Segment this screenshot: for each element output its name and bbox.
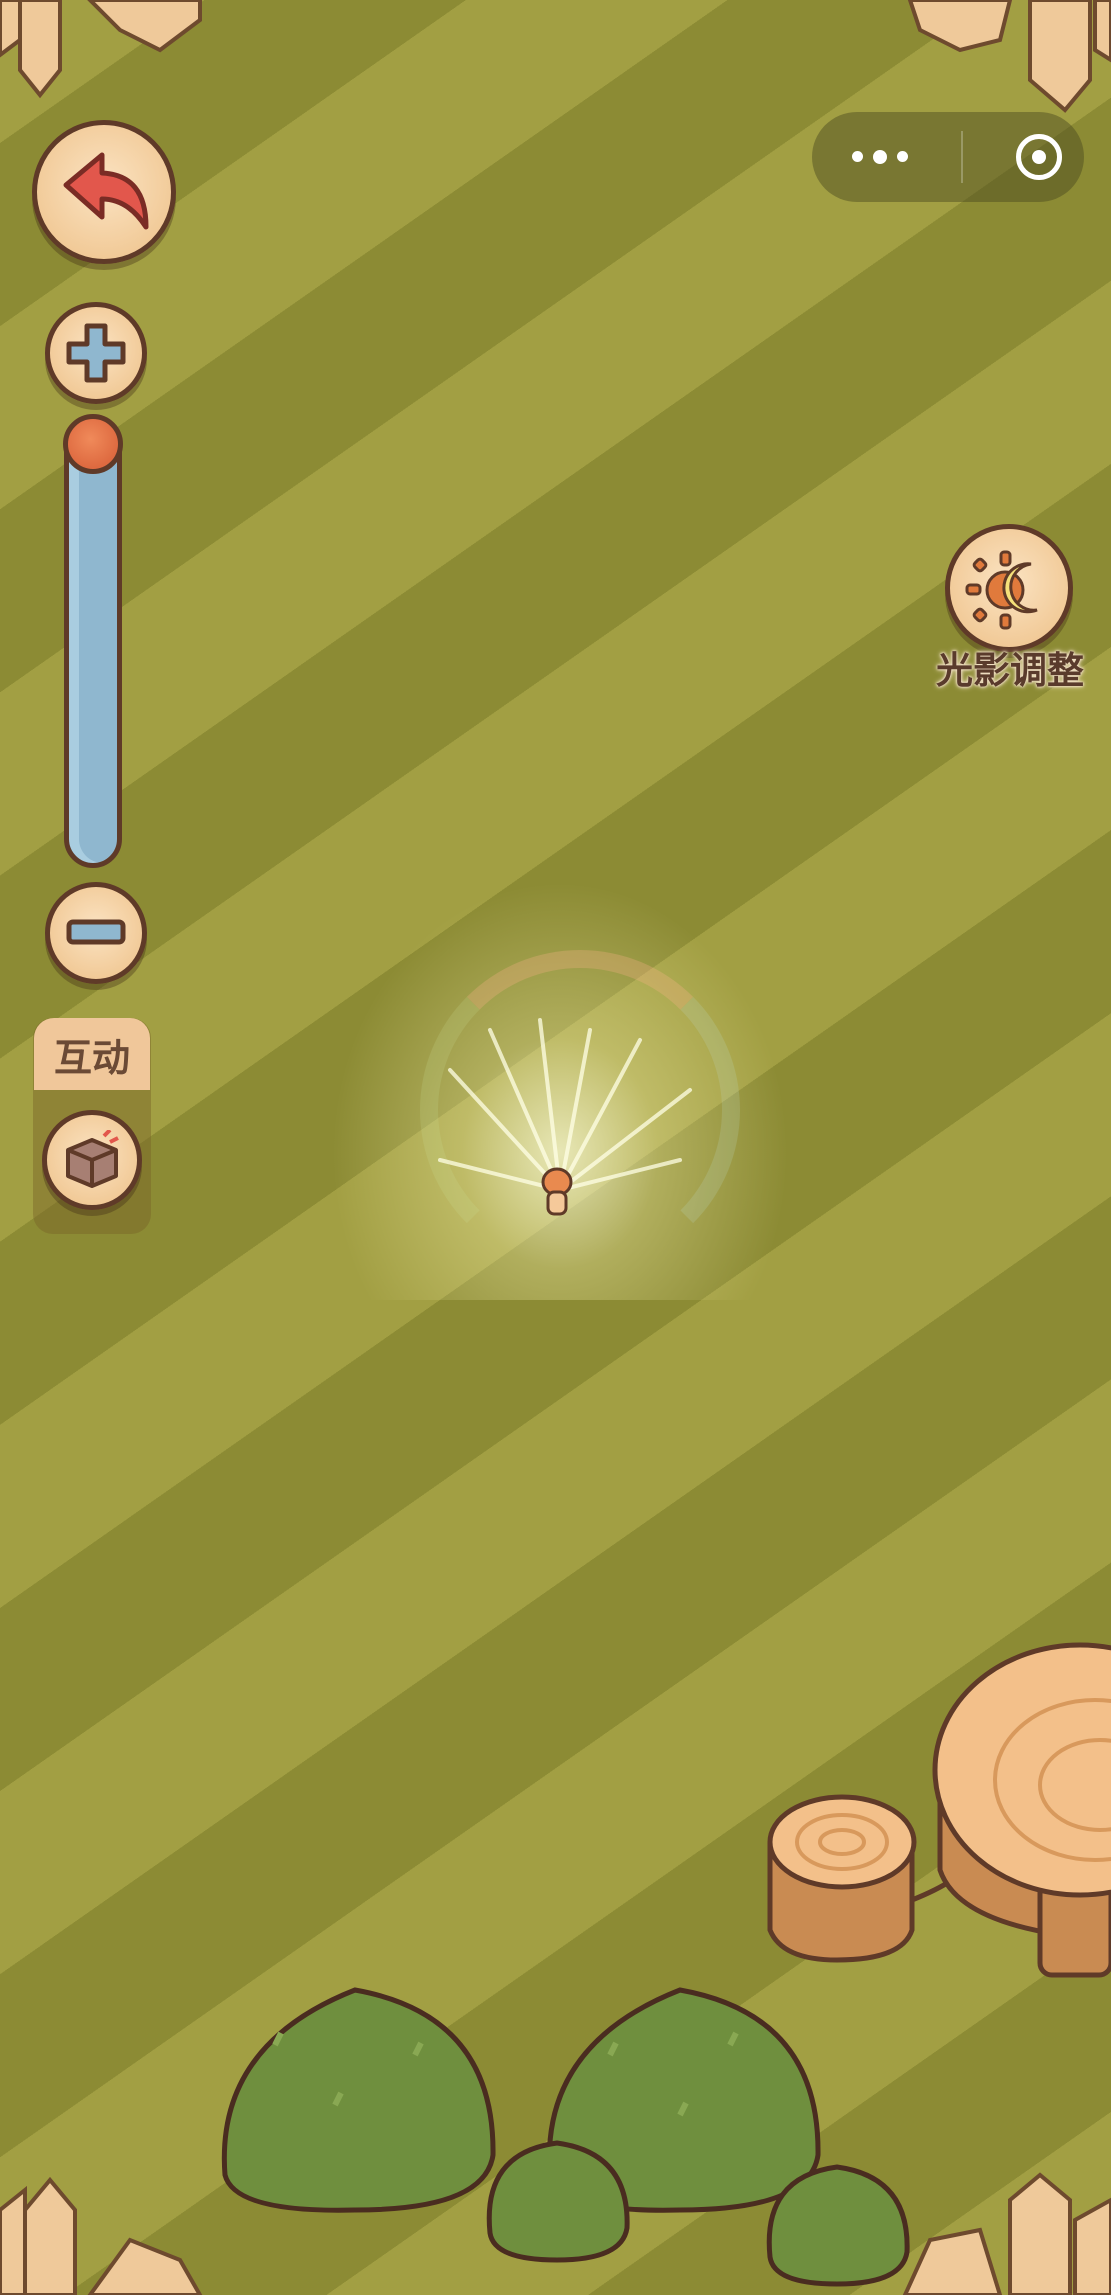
capsule-divider bbox=[961, 131, 963, 183]
bush-small-right[interactable] bbox=[762, 2162, 914, 2287]
zoom-slider-track[interactable] bbox=[64, 418, 122, 868]
back-button[interactable] bbox=[32, 120, 176, 264]
box-interact-icon bbox=[66, 1130, 119, 1188]
sun-moon-icon bbox=[965, 550, 1038, 630]
fence-bottom-left bbox=[0, 2176, 203, 2295]
fence-bottom-right bbox=[902, 2172, 1111, 2295]
big-tree-stump[interactable] bbox=[930, 1640, 1111, 1990]
light-adjust-button[interactable] bbox=[945, 524, 1073, 652]
zoom-in-button[interactable] bbox=[45, 302, 147, 404]
fence-top-left bbox=[0, 0, 202, 99]
bush-small-left[interactable] bbox=[482, 2138, 634, 2263]
fence-top-right bbox=[907, 0, 1111, 113]
interact-button[interactable] bbox=[42, 1110, 142, 1210]
game-scene[interactable] bbox=[0, 0, 1111, 2295]
miniprogram-capsule bbox=[812, 112, 1084, 202]
player-character[interactable] bbox=[540, 1166, 574, 1218]
plus-icon bbox=[66, 323, 126, 383]
minus-icon bbox=[66, 919, 126, 945]
zoom-slider-knob[interactable] bbox=[63, 414, 123, 474]
more-dots-icon[interactable] bbox=[852, 149, 908, 164]
target-circle-icon[interactable] bbox=[1016, 134, 1062, 180]
bush-left[interactable] bbox=[215, 1985, 500, 2215]
interact-label: 互动 bbox=[34, 1018, 150, 1090]
back-arrow-icon bbox=[63, 152, 149, 230]
zoom-out-button[interactable] bbox=[45, 882, 147, 984]
light-adjust-label: 光影调整 bbox=[936, 649, 1084, 692]
